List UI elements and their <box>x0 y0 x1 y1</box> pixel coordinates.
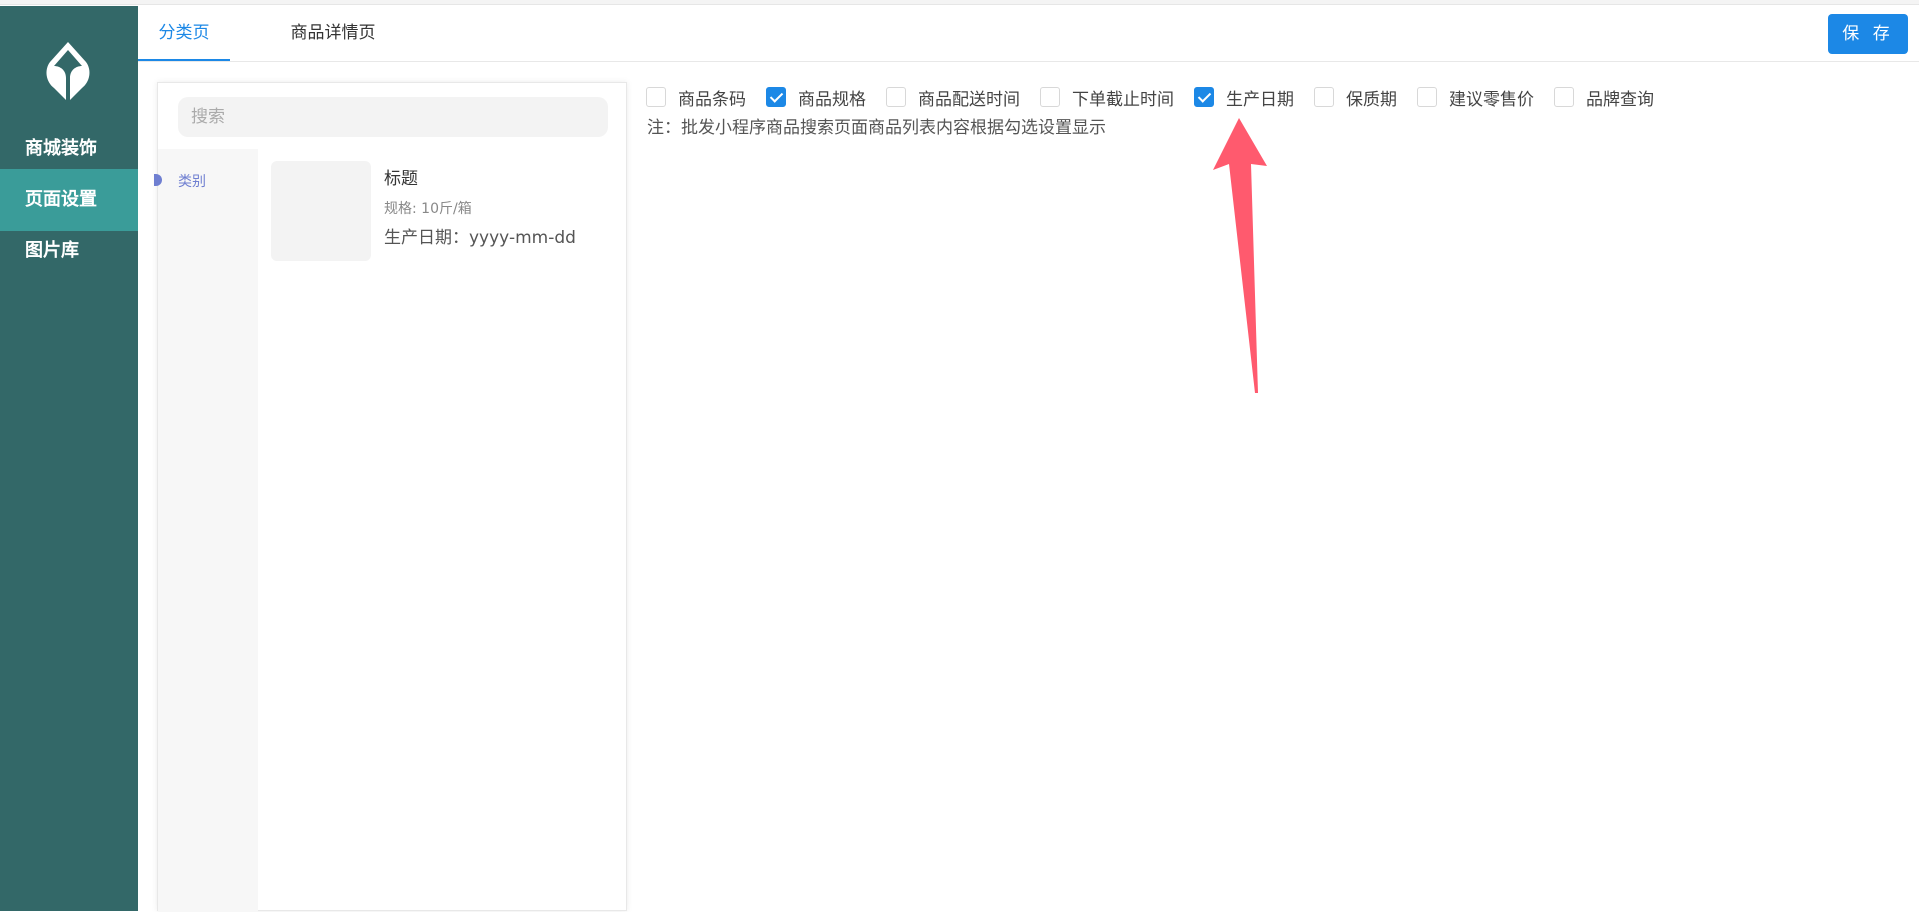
option-label: 保质期 <box>1346 89 1397 110</box>
display-options: 商品条码 商品规格 商品配送时间 下单截止时间 生产日期 保质期 建议零售价 品… <box>646 84 1674 110</box>
product-thumbnail <box>271 161 371 261</box>
checkbox-checked[interactable] <box>766 87 786 107</box>
option-label: 品牌查询 <box>1586 89 1654 110</box>
sidebar: 商城装饰 页面设置 图片库 <box>0 6 138 911</box>
option-production-date[interactable]: 生产日期 <box>1194 85 1294 110</box>
category-active-indicator <box>154 174 162 186</box>
option-brand-query[interactable]: 品牌查询 <box>1554 85 1654 110</box>
sidebar-item-image-library[interactable]: 图片库 <box>0 220 138 282</box>
checkbox[interactable] <box>886 87 906 107</box>
top-border <box>0 0 1919 5</box>
product-date: 生产日期：yyyy-mm-dd <box>384 228 576 248</box>
leaf-logo-icon <box>46 42 90 100</box>
settings-note: 注：批发小程序商品搜索页面商品列表内容根据勾选设置显示 <box>647 118 1106 138</box>
option-delivery-time[interactable]: 商品配送时间 <box>886 85 1020 110</box>
checkbox[interactable] <box>646 87 666 107</box>
option-label: 商品规格 <box>798 89 866 110</box>
category-column: 类别 <box>154 149 258 912</box>
page-tabs: 分类页 商品详情页 保 存 <box>138 6 1919 62</box>
product-title: 标题 <box>384 169 418 189</box>
product-spec: 规格: 10斤/箱 <box>384 201 472 217</box>
checkbox[interactable] <box>1314 87 1334 107</box>
option-order-deadline[interactable]: 下单截止时间 <box>1040 85 1174 110</box>
option-label: 商品条码 <box>678 89 746 110</box>
option-shelf-life[interactable]: 保质期 <box>1314 85 1397 110</box>
save-button[interactable]: 保 存 <box>1828 14 1908 54</box>
preview-search-input: 搜索 <box>178 97 608 137</box>
checkbox[interactable] <box>1040 87 1060 107</box>
option-label: 商品配送时间 <box>918 89 1020 110</box>
checkbox-checked[interactable] <box>1194 87 1214 107</box>
option-spec[interactable]: 商品规格 <box>766 85 866 110</box>
annotation-arrow-icon <box>1213 118 1267 393</box>
mobile-preview-panel: 搜索 类别 标题 规格: 10斤/箱 生产日期：yyyy-mm-dd <box>154 82 627 912</box>
tab-category-page[interactable]: 分类页 <box>138 6 230 61</box>
option-label: 建议零售价 <box>1449 89 1534 110</box>
option-label: 下单截止时间 <box>1072 89 1174 110</box>
category-item-label: 类别 <box>178 174 206 190</box>
checkbox[interactable] <box>1417 87 1437 107</box>
option-barcode[interactable]: 商品条码 <box>646 85 746 110</box>
option-label: 生产日期 <box>1226 89 1294 110</box>
option-retail-price[interactable]: 建议零售价 <box>1417 85 1534 110</box>
tab-product-detail-page[interactable]: 商品详情页 <box>278 6 388 61</box>
checkbox[interactable] <box>1554 87 1574 107</box>
